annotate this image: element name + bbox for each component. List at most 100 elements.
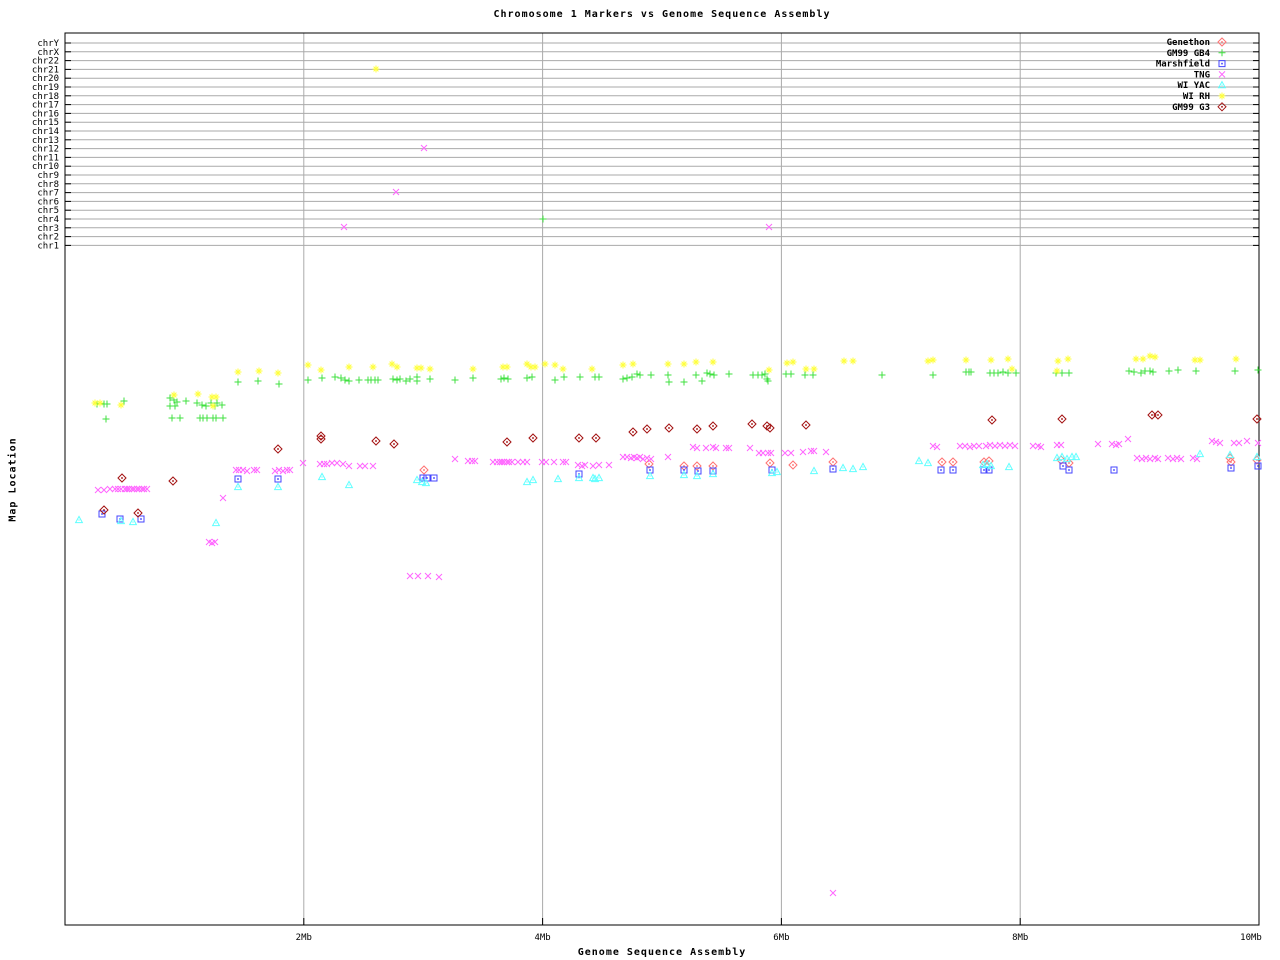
- wi_rh-marker: [924, 357, 932, 365]
- gm99_gb4-marker-glyph: [636, 371, 644, 379]
- wi_yac-marker-dot: [1199, 453, 1201, 455]
- marshfield-marker-dot: [940, 469, 942, 471]
- wi_yac-marker: [128, 517, 138, 526]
- tng-marker: [1208, 437, 1216, 445]
- wi_rh-marker: [503, 363, 511, 371]
- wi_yac-marker: [344, 480, 354, 489]
- gm99_gb4-marker-glyph: [396, 375, 404, 383]
- tng-marker: [369, 462, 377, 470]
- wi_rh-marker: [523, 360, 531, 368]
- legend-marker-marshfield-dot: [1221, 62, 1223, 65]
- tng-marker-glyph: [787, 449, 795, 457]
- tng-marker-glyph: [991, 442, 999, 450]
- gm99_gb4-marker: [275, 380, 283, 388]
- wi_yac-marker-dot: [776, 471, 778, 473]
- tng-marker-glyph: [996, 441, 1004, 449]
- tng-marker-glyph: [702, 444, 710, 452]
- tng-marker-glyph: [765, 223, 773, 231]
- wi_rh-marker-glyph: [929, 356, 937, 364]
- tng-marker: [275, 466, 283, 474]
- gm99_gb4-marker: [212, 414, 220, 422]
- wi_yac-marker-dot: [120, 520, 122, 522]
- tng-marker: [271, 467, 279, 475]
- gm99_g3-marker: [99, 505, 109, 515]
- tng-marker: [1011, 442, 1019, 450]
- tng-marker-glyph: [725, 444, 733, 452]
- tng-marker: [664, 453, 672, 461]
- gm99_gb4-marker-glyph: [497, 375, 505, 383]
- genethon-marker: [788, 460, 798, 470]
- gm99_gb4-marker-glyph: [234, 378, 242, 386]
- tng-marker-glyph: [232, 466, 240, 474]
- gm99_gb4-marker-glyph: [623, 374, 631, 382]
- tng-marker: [283, 466, 291, 474]
- wi_rh-marker: [304, 361, 312, 369]
- x-tick-label-4Mb: 4Mb: [534, 933, 550, 943]
- tng-marker-glyph: [722, 444, 730, 452]
- tng-marker: [279, 467, 287, 475]
- gm99_gb4-marker-glyph: [539, 215, 547, 223]
- wi_rh-marker: [96, 399, 104, 407]
- tng-marker: [435, 573, 443, 581]
- tng-marker: [1006, 441, 1014, 449]
- tng-marker: [424, 572, 432, 580]
- tng-marker-glyph: [1006, 441, 1014, 449]
- wi_rh-marker-glyph: [170, 391, 178, 399]
- gm99_gb4-marker: [1125, 367, 1133, 375]
- gm99_g3-marker: [664, 423, 674, 433]
- tng-marker-glyph: [356, 462, 364, 470]
- wi_yac-marker: [848, 464, 858, 473]
- genethon-marker: [948, 457, 958, 467]
- gm99_g3-marker: [502, 437, 512, 447]
- wi_rh-marker-glyph: [274, 369, 282, 377]
- tng-marker: [975, 442, 983, 450]
- legend-marker-tng: [1218, 71, 1226, 78]
- gm99_gb4-marker-glyph: [647, 371, 655, 379]
- gm99_gb4-marker: [1149, 368, 1157, 376]
- wi_yac-marker-dot: [321, 476, 323, 478]
- wi_rh-marker: [551, 361, 559, 369]
- gm99_gb4-marker-glyph: [560, 373, 568, 381]
- tng-marker: [471, 457, 479, 465]
- wi_rh-marker: [170, 391, 178, 399]
- gm99_gb4-marker: [725, 370, 733, 378]
- tng-marker-glyph: [250, 466, 258, 474]
- tng-marker: [1001, 442, 1009, 450]
- wi_yac-marker-dot: [215, 522, 217, 524]
- tng-marker-glyph: [1173, 454, 1181, 462]
- gm99_g3-marker-dot: [769, 427, 771, 429]
- gm99_gb4-marker-glyph: [182, 397, 190, 405]
- tng-marker: [253, 466, 261, 474]
- tng-marker: [822, 448, 830, 456]
- tng-marker-glyph: [1133, 454, 1141, 462]
- marshfield-marker-dot: [983, 469, 985, 471]
- gm99_gb4-marker: [500, 374, 508, 382]
- marshfield-marker-dot: [237, 478, 239, 480]
- wi_rh-marker-glyph: [692, 358, 700, 366]
- wi_yac-marker: [273, 482, 283, 491]
- gm99_gb4-marker-glyph: [680, 378, 688, 386]
- gm99_gb4-marker-glyph: [1231, 367, 1239, 375]
- wi_rh-marker: [469, 365, 477, 373]
- marshfield-marker-dot: [1062, 465, 1064, 467]
- gm99_gb4-marker: [451, 376, 459, 384]
- gm99_g3-marker-dot: [1151, 414, 1153, 416]
- gm99_g3-marker: [528, 433, 538, 443]
- gm99_g3-marker-dot: [277, 448, 279, 450]
- tng-marker-glyph: [639, 455, 647, 463]
- wi_rh-marker: [1232, 355, 1240, 363]
- tng-marker-glyph: [1189, 454, 1197, 462]
- tng-marker-glyph: [1001, 442, 1009, 450]
- tng-marker-glyph: [929, 442, 937, 450]
- wi_rh-marker-glyph: [559, 365, 567, 373]
- gm99_gb4-marker: [1065, 369, 1073, 377]
- tng-marker-glyph: [822, 448, 830, 456]
- tng-marker-glyph: [1011, 442, 1019, 450]
- tng-marker-glyph: [643, 454, 651, 462]
- gm99_gb4-marker-glyph: [203, 414, 211, 422]
- gm99_gb4-marker-glyph: [664, 371, 672, 379]
- wi_rh-marker-glyph: [680, 360, 688, 368]
- gm99_gb4-marker: [551, 376, 559, 384]
- tng-marker: [986, 441, 994, 449]
- gm99_gb4-marker: [576, 373, 584, 381]
